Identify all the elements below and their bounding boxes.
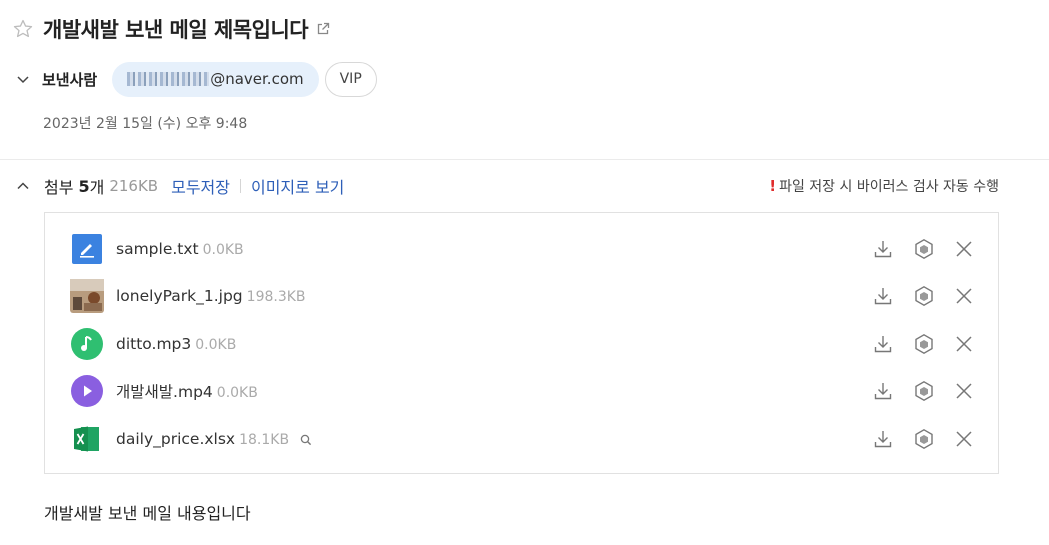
attachment-label: 첨부 (44, 178, 74, 197)
redacted-email-user (127, 72, 210, 86)
preview-search-icon[interactable] (299, 433, 313, 447)
attachment-item[interactable]: daily_price.xlsx 18.1KB (45, 416, 998, 462)
attachment-size: 0.0KB (216, 385, 258, 401)
chevron-up-icon[interactable] (16, 179, 30, 193)
close-icon[interactable] (952, 427, 976, 451)
attachment-size: 198.3KB (246, 289, 306, 305)
sender-email-domain: @naver.com (210, 70, 304, 88)
save-to-drive-icon[interactable] (912, 284, 936, 308)
virus-scan-notice: ! 파일 저장 시 바이러스 검사 자동 수행 (769, 176, 999, 196)
download-icon[interactable] (871, 284, 895, 308)
attachment-item[interactable]: 개발새발.mp4 0.0KB (45, 368, 998, 414)
save-to-drive-icon[interactable] (912, 237, 936, 261)
sender-label: 보낸사람 (42, 70, 98, 89)
attachment-list: sample.txt 0.0KB lonelyPark_1.jpg 198.3KB … (44, 212, 999, 474)
attachment-item[interactable]: ditto.mp3 0.0KB (45, 321, 998, 367)
save-to-drive-icon[interactable] (912, 427, 936, 451)
close-icon[interactable] (952, 284, 976, 308)
attachment-item[interactable]: sample.txt 0.0KB (45, 226, 998, 272)
download-icon[interactable] (871, 379, 895, 403)
attachment-name[interactable]: lonelyPark_1.jpg 198.3KB (116, 287, 306, 305)
attachment-count: 5 (78, 176, 90, 196)
video-file-icon (70, 374, 104, 408)
sender-row: 보낸사람 @naver.com VIP (16, 61, 377, 97)
download-icon[interactable] (871, 427, 895, 451)
image-thumbnail (70, 279, 104, 313)
vip-button[interactable]: VIP (324, 61, 377, 97)
mail-date: 2023년 2월 15일 (수) 오후 9:48 (43, 116, 248, 132)
link-separator (239, 179, 241, 193)
attachment-total-size: 216KB (109, 177, 159, 195)
warning-mark: ! (769, 177, 777, 195)
attachment-size: 0.0KB (195, 337, 237, 353)
attachment-size: 0.0KB (202, 242, 244, 258)
star-icon[interactable] (12, 18, 34, 40)
attachment-item[interactable]: lonelyPark_1.jpg 198.3KB (45, 273, 998, 319)
view-as-images-link[interactable]: 이미지로 보기 (251, 174, 344, 198)
download-icon[interactable] (871, 332, 895, 356)
close-icon[interactable] (952, 379, 976, 403)
save-to-drive-icon[interactable] (912, 379, 936, 403)
attachment-name[interactable]: daily_price.xlsx 18.1KB (116, 430, 313, 448)
mail-title: 개발새발 보낸 메일 제목입니다 (43, 18, 309, 42)
text-file-icon (70, 232, 104, 266)
open-in-new-window-icon[interactable] (316, 22, 330, 36)
attachment-name[interactable]: sample.txt 0.0KB (116, 240, 244, 258)
save-all-link[interactable]: 모두저장 (171, 174, 230, 198)
close-icon[interactable] (952, 332, 976, 356)
sender-email-chip[interactable]: @naver.com (112, 61, 319, 97)
virus-scan-notice-text: 파일 저장 시 바이러스 검사 자동 수행 (779, 179, 999, 195)
close-icon[interactable] (952, 237, 976, 261)
attachment-size: 18.1KB (239, 432, 290, 448)
attachment-header: 첨부 5 개 216KB 모두저장 이미지로 보기 ! 파일 저장 시 바이러스… (16, 174, 999, 198)
chevron-down-icon[interactable] (16, 72, 30, 86)
download-icon[interactable] (871, 237, 895, 261)
attachment-name[interactable]: ditto.mp3 0.0KB (116, 335, 236, 353)
divider (0, 159, 1049, 160)
music-file-icon (70, 327, 104, 361)
excel-file-icon (70, 422, 104, 456)
attachment-name[interactable]: 개발새발.mp4 0.0KB (116, 380, 258, 402)
mail-title-row: 개발새발 보낸 메일 제목입니다 (12, 14, 330, 44)
mail-body: 개발새발 보낸 메일 내용입니다 (44, 504, 251, 523)
attachment-count-unit: 개 (89, 178, 105, 197)
save-to-drive-icon[interactable] (912, 332, 936, 356)
